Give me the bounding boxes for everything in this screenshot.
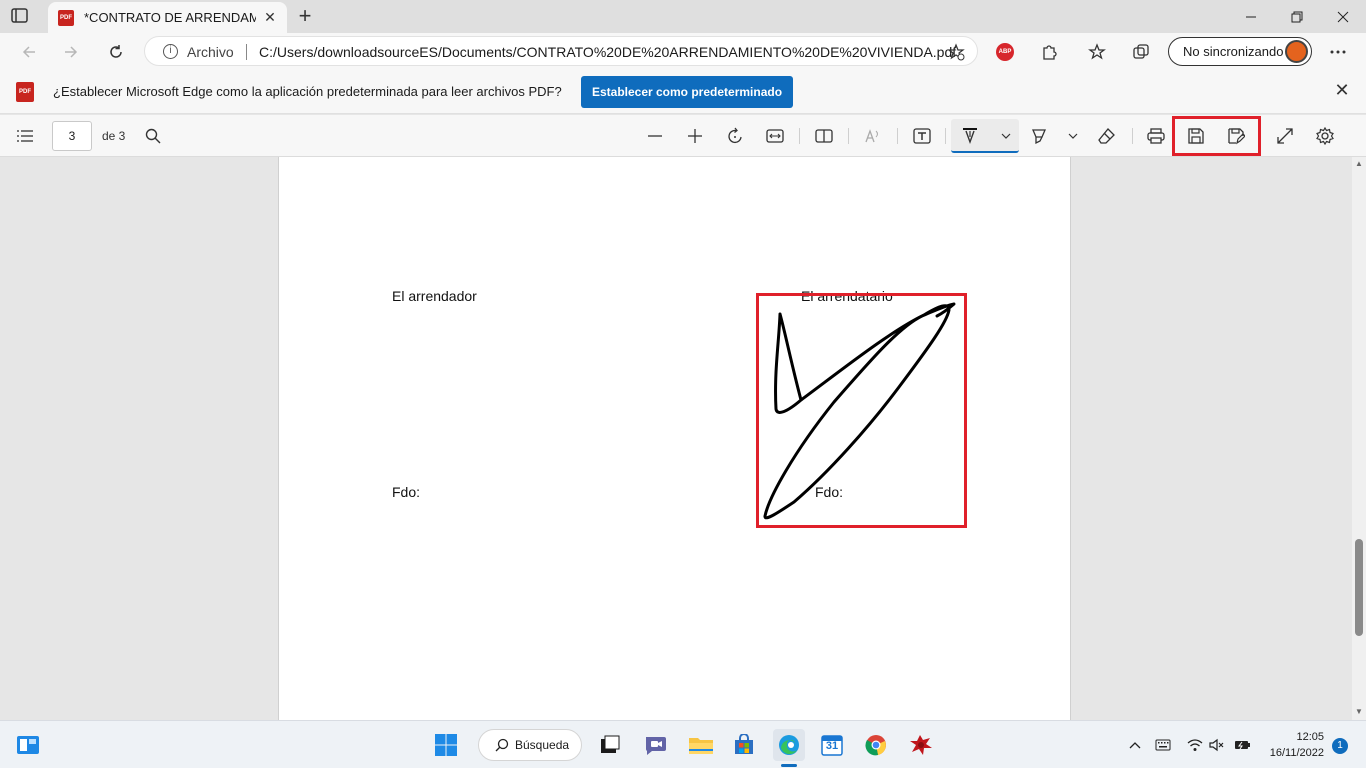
start-windows-icon[interactable]: [430, 729, 462, 761]
calendar-day-label: 31: [825, 740, 839, 752]
profile-sync-button[interactable]: No sincronizando: [1168, 37, 1312, 66]
navigation-bar: i Archivo C:/Users/downloadsourceES/Docu…: [0, 33, 1366, 70]
close-window-icon[interactable]: [1320, 0, 1366, 33]
scroll-up-icon[interactable]: ▲: [1355, 160, 1363, 168]
infobar-close-icon[interactable]: ✕: [1334, 81, 1350, 99]
signature-highlight: [756, 293, 967, 528]
pdf-viewer[interactable]: El arrendador El arrendatario Fdo: Fdo: …: [0, 157, 1366, 720]
taskbar-search-label: Búsqueda: [515, 738, 570, 752]
volume-muted-icon[interactable]: [1209, 737, 1225, 753]
chevron-down-icon: [995, 125, 1017, 147]
show-hidden-icons-chevron-up-icon[interactable]: [1127, 737, 1143, 753]
teams-chat-icon[interactable]: [640, 729, 672, 761]
infobar-message: ¿Establecer Microsoft Edge como la aplic…: [53, 84, 562, 99]
refresh-icon[interactable]: [103, 39, 129, 65]
toolbar-separator: [1132, 128, 1133, 144]
search-icon[interactable]: [142, 125, 164, 147]
zoom-in-icon[interactable]: [684, 125, 706, 147]
print-icon[interactable]: [1145, 125, 1167, 147]
vertical-scrollbar[interactable]: ▲ ▼: [1352, 157, 1366, 720]
pdf-page[interactable]: El arrendador El arrendatario Fdo: Fdo:: [278, 157, 1071, 720]
draw-pen-icon: [959, 125, 981, 147]
tab-active-pdf[interactable]: PDF *CONTRATO DE ARRENDAMIENTO ✕: [48, 2, 287, 33]
extensions-puzzle-icon[interactable]: [1038, 41, 1060, 63]
adblock-plus-extension[interactable]: ABP: [994, 41, 1016, 63]
clock-date: 16/11/2022: [1269, 747, 1324, 759]
fullscreen-expand-icon[interactable]: [1274, 125, 1296, 147]
pdf-toolbar: 3 de 3: [0, 115, 1366, 157]
tab-title: *CONTRATO DE ARRENDAMIENTO: [84, 10, 256, 25]
toolbar-separator: [897, 128, 898, 144]
eraser-icon[interactable]: [1096, 125, 1118, 147]
edge-browser-icon[interactable]: [773, 729, 805, 761]
restore-icon[interactable]: [1274, 0, 1320, 33]
microsoft-store-icon[interactable]: [728, 729, 760, 761]
highlight-marker-icon[interactable]: [1028, 125, 1050, 147]
toolbar-separator: [799, 128, 800, 144]
save-buttons-highlight: [1172, 116, 1261, 156]
fit-to-width-icon[interactable]: [764, 125, 786, 147]
toolbar-separator: [848, 128, 849, 144]
chevron-down-icon[interactable]: [1062, 125, 1084, 147]
scroll-down-icon[interactable]: ▼: [1355, 708, 1363, 716]
scroll-thumb[interactable]: [1355, 539, 1363, 636]
zoom-out-icon[interactable]: [644, 125, 666, 147]
system-clock[interactable]: 12:05 16/11/2022: [1258, 729, 1324, 761]
pdf-file-icon: PDF: [58, 9, 74, 26]
windows-taskbar: Búsqueda 31 12:05 16/11/2022 1: [0, 720, 1366, 768]
title-bar: PDF *CONTRATO DE ARRENDAMIENTO ✕ +: [0, 0, 1366, 33]
search-icon: [495, 738, 509, 752]
widgets-icon[interactable]: [12, 729, 44, 761]
page-view-icon[interactable]: [813, 125, 835, 147]
tab-actions-icon[interactable]: [10, 7, 30, 25]
collections-icon[interactable]: [1130, 41, 1152, 63]
tab-close-icon[interactable]: ✕: [263, 10, 277, 24]
more-options-icon[interactable]: [1327, 41, 1349, 63]
address-bar[interactable]: i Archivo C:/Users/downloadsourceES/Docu…: [144, 36, 978, 66]
keyboard-icon[interactable]: [1155, 737, 1171, 753]
rotate-icon[interactable]: [724, 125, 746, 147]
address-url[interactable]: C:/Users/downloadsourceES/Documents/CONT…: [259, 44, 956, 60]
add-text-icon[interactable]: [911, 125, 933, 147]
address-security-label: Archivo: [187, 44, 234, 60]
task-view-icon[interactable]: [594, 729, 626, 761]
read-aloud-icon[interactable]: [862, 125, 884, 147]
forward-arrow-icon[interactable]: [58, 39, 84, 65]
taskbar-search[interactable]: Búsqueda: [478, 729, 582, 761]
info-icon[interactable]: i: [163, 44, 178, 59]
notification-badge[interactable]: 1: [1332, 738, 1348, 754]
wifi-icon[interactable]: [1187, 737, 1203, 753]
chrome-browser-icon[interactable]: [860, 729, 892, 761]
paint-splash-app-icon[interactable]: [905, 729, 937, 761]
profile-avatar-icon: [1285, 40, 1308, 63]
calendar-icon[interactable]: 31: [816, 729, 848, 761]
edge-active-indicator: [781, 764, 797, 767]
add-favorite-star-icon[interactable]: [947, 43, 965, 61]
back-arrow-icon[interactable]: [16, 39, 42, 65]
toolbar-separator: [945, 128, 946, 144]
battery-charging-icon[interactable]: [1234, 737, 1250, 753]
lessor-label: El arrendador: [392, 288, 477, 304]
adblock-plus-icon: ABP: [996, 43, 1014, 61]
settings-gear-icon[interactable]: [1314, 125, 1336, 147]
pdf-file-icon: PDF: [16, 82, 34, 102]
file-explorer-icon[interactable]: [685, 729, 717, 761]
favorites-icon[interactable]: [1086, 41, 1108, 63]
address-separator: [246, 44, 247, 60]
profile-sync-label: No sincronizando: [1183, 44, 1284, 59]
page-number-input[interactable]: 3: [52, 121, 92, 151]
table-of-contents-icon[interactable]: [14, 125, 36, 147]
set-default-button[interactable]: Establecer como predeterminado: [581, 76, 793, 108]
default-pdf-infobar: PDF ¿Establecer Microsoft Edge como la a…: [0, 70, 1366, 114]
minimize-icon[interactable]: [1228, 0, 1274, 33]
page-count-label: de 3: [102, 129, 126, 143]
draw-tool-button[interactable]: [951, 119, 1019, 153]
new-tab-plus-icon[interactable]: +: [294, 5, 316, 28]
lessor-signature-label: Fdo:: [392, 484, 421, 500]
clock-time: 12:05: [1296, 731, 1324, 743]
